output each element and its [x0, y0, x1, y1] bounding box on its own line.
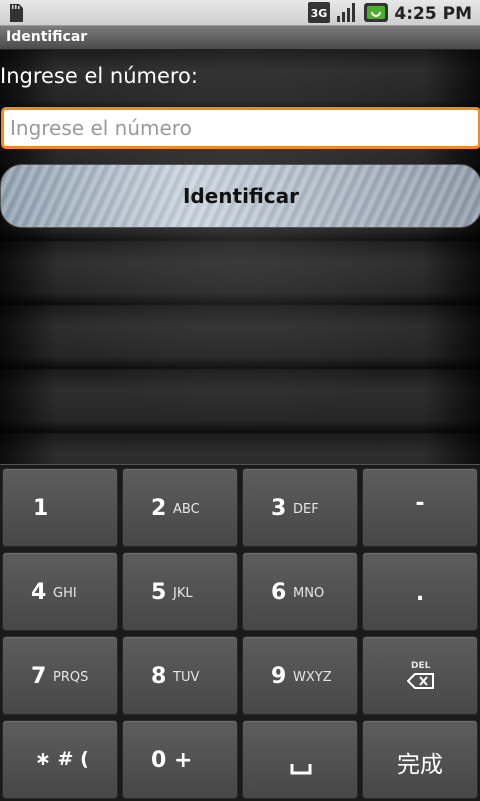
key-2-digit: 2: [151, 496, 167, 521]
key-0[interactable]: 0 +: [122, 720, 238, 799]
key-8-letters: TUV: [173, 670, 200, 685]
key-9-letters: WXYZ: [293, 670, 332, 685]
key-period-symbol: .: [415, 581, 425, 606]
number-input[interactable]: [1, 107, 480, 149]
key-1[interactable]: 1: [2, 468, 118, 547]
signal-icon: [336, 2, 358, 27]
key-9[interactable]: 9 WXYZ: [242, 636, 358, 715]
key-8-digit: 8: [151, 664, 167, 689]
key-dash[interactable]: -: [362, 468, 478, 547]
key-3-digit: 3: [271, 496, 287, 521]
key-space[interactable]: [242, 720, 358, 799]
key-5-letters: JKL: [173, 586, 193, 601]
key-dash-symbol: -: [415, 491, 425, 516]
key-period[interactable]: .: [362, 552, 478, 631]
sd-card-icon: [8, 3, 24, 27]
key-delete[interactable]: DEL: [362, 636, 478, 715]
key-symbols[interactable]: ∗ # (: [2, 720, 118, 799]
key-4-letters: GHI: [53, 586, 77, 601]
status-bar: 3G 4:25 PM: [0, 0, 480, 26]
key-4-digit: 4: [31, 580, 47, 605]
key-3-letters: DEF: [293, 502, 319, 517]
identificar-button[interactable]: Identificar: [0, 164, 480, 228]
key-5-digit: 5: [151, 580, 167, 605]
backspace-icon: [407, 673, 434, 689]
key-2-letters: ABC: [173, 502, 200, 517]
key-7-letters: PRQS: [53, 670, 89, 685]
key-done-label: 完成: [397, 752, 443, 778]
battery-icon: [364, 2, 389, 27]
key-9-digit: 9: [271, 664, 287, 689]
key-done[interactable]: 完成: [362, 720, 478, 799]
key-2[interactable]: 2 ABC: [122, 468, 238, 547]
key-symbols-label: ∗ # (: [35, 748, 89, 770]
key-1-digit: 1: [33, 496, 49, 521]
key-3[interactable]: 3 DEF: [242, 468, 358, 547]
key-0-label: 0 +: [151, 748, 193, 773]
title-bar: Identificar: [0, 26, 480, 50]
network-3g-icon: 3G: [308, 2, 331, 27]
key-7[interactable]: 7 PRQS: [2, 636, 118, 715]
network-3g-label: 3G: [311, 7, 328, 20]
window-title: Identificar: [6, 29, 88, 45]
number-label: Ingrese el número:: [0, 64, 198, 88]
key-7-digit: 7: [31, 664, 47, 689]
status-time: 4:25 PM: [394, 4, 472, 24]
key-delete-label: DEL: [411, 661, 431, 671]
key-6-letters: MNO: [293, 586, 325, 601]
key-4[interactable]: 4 GHI: [2, 552, 118, 631]
key-6-digit: 6: [271, 580, 287, 605]
main-content: Ingrese el número: Identificar: [0, 50, 480, 464]
key-5[interactable]: 5 JKL: [122, 552, 238, 631]
numeric-keyboard: 1 2 ABC 3 DEF - 4 GHI 5 JKL 6 MNO . 7 PR…: [0, 464, 480, 801]
key-6[interactable]: 6 MNO: [242, 552, 358, 631]
space-icon: [290, 764, 312, 775]
key-8[interactable]: 8 TUV: [122, 636, 238, 715]
